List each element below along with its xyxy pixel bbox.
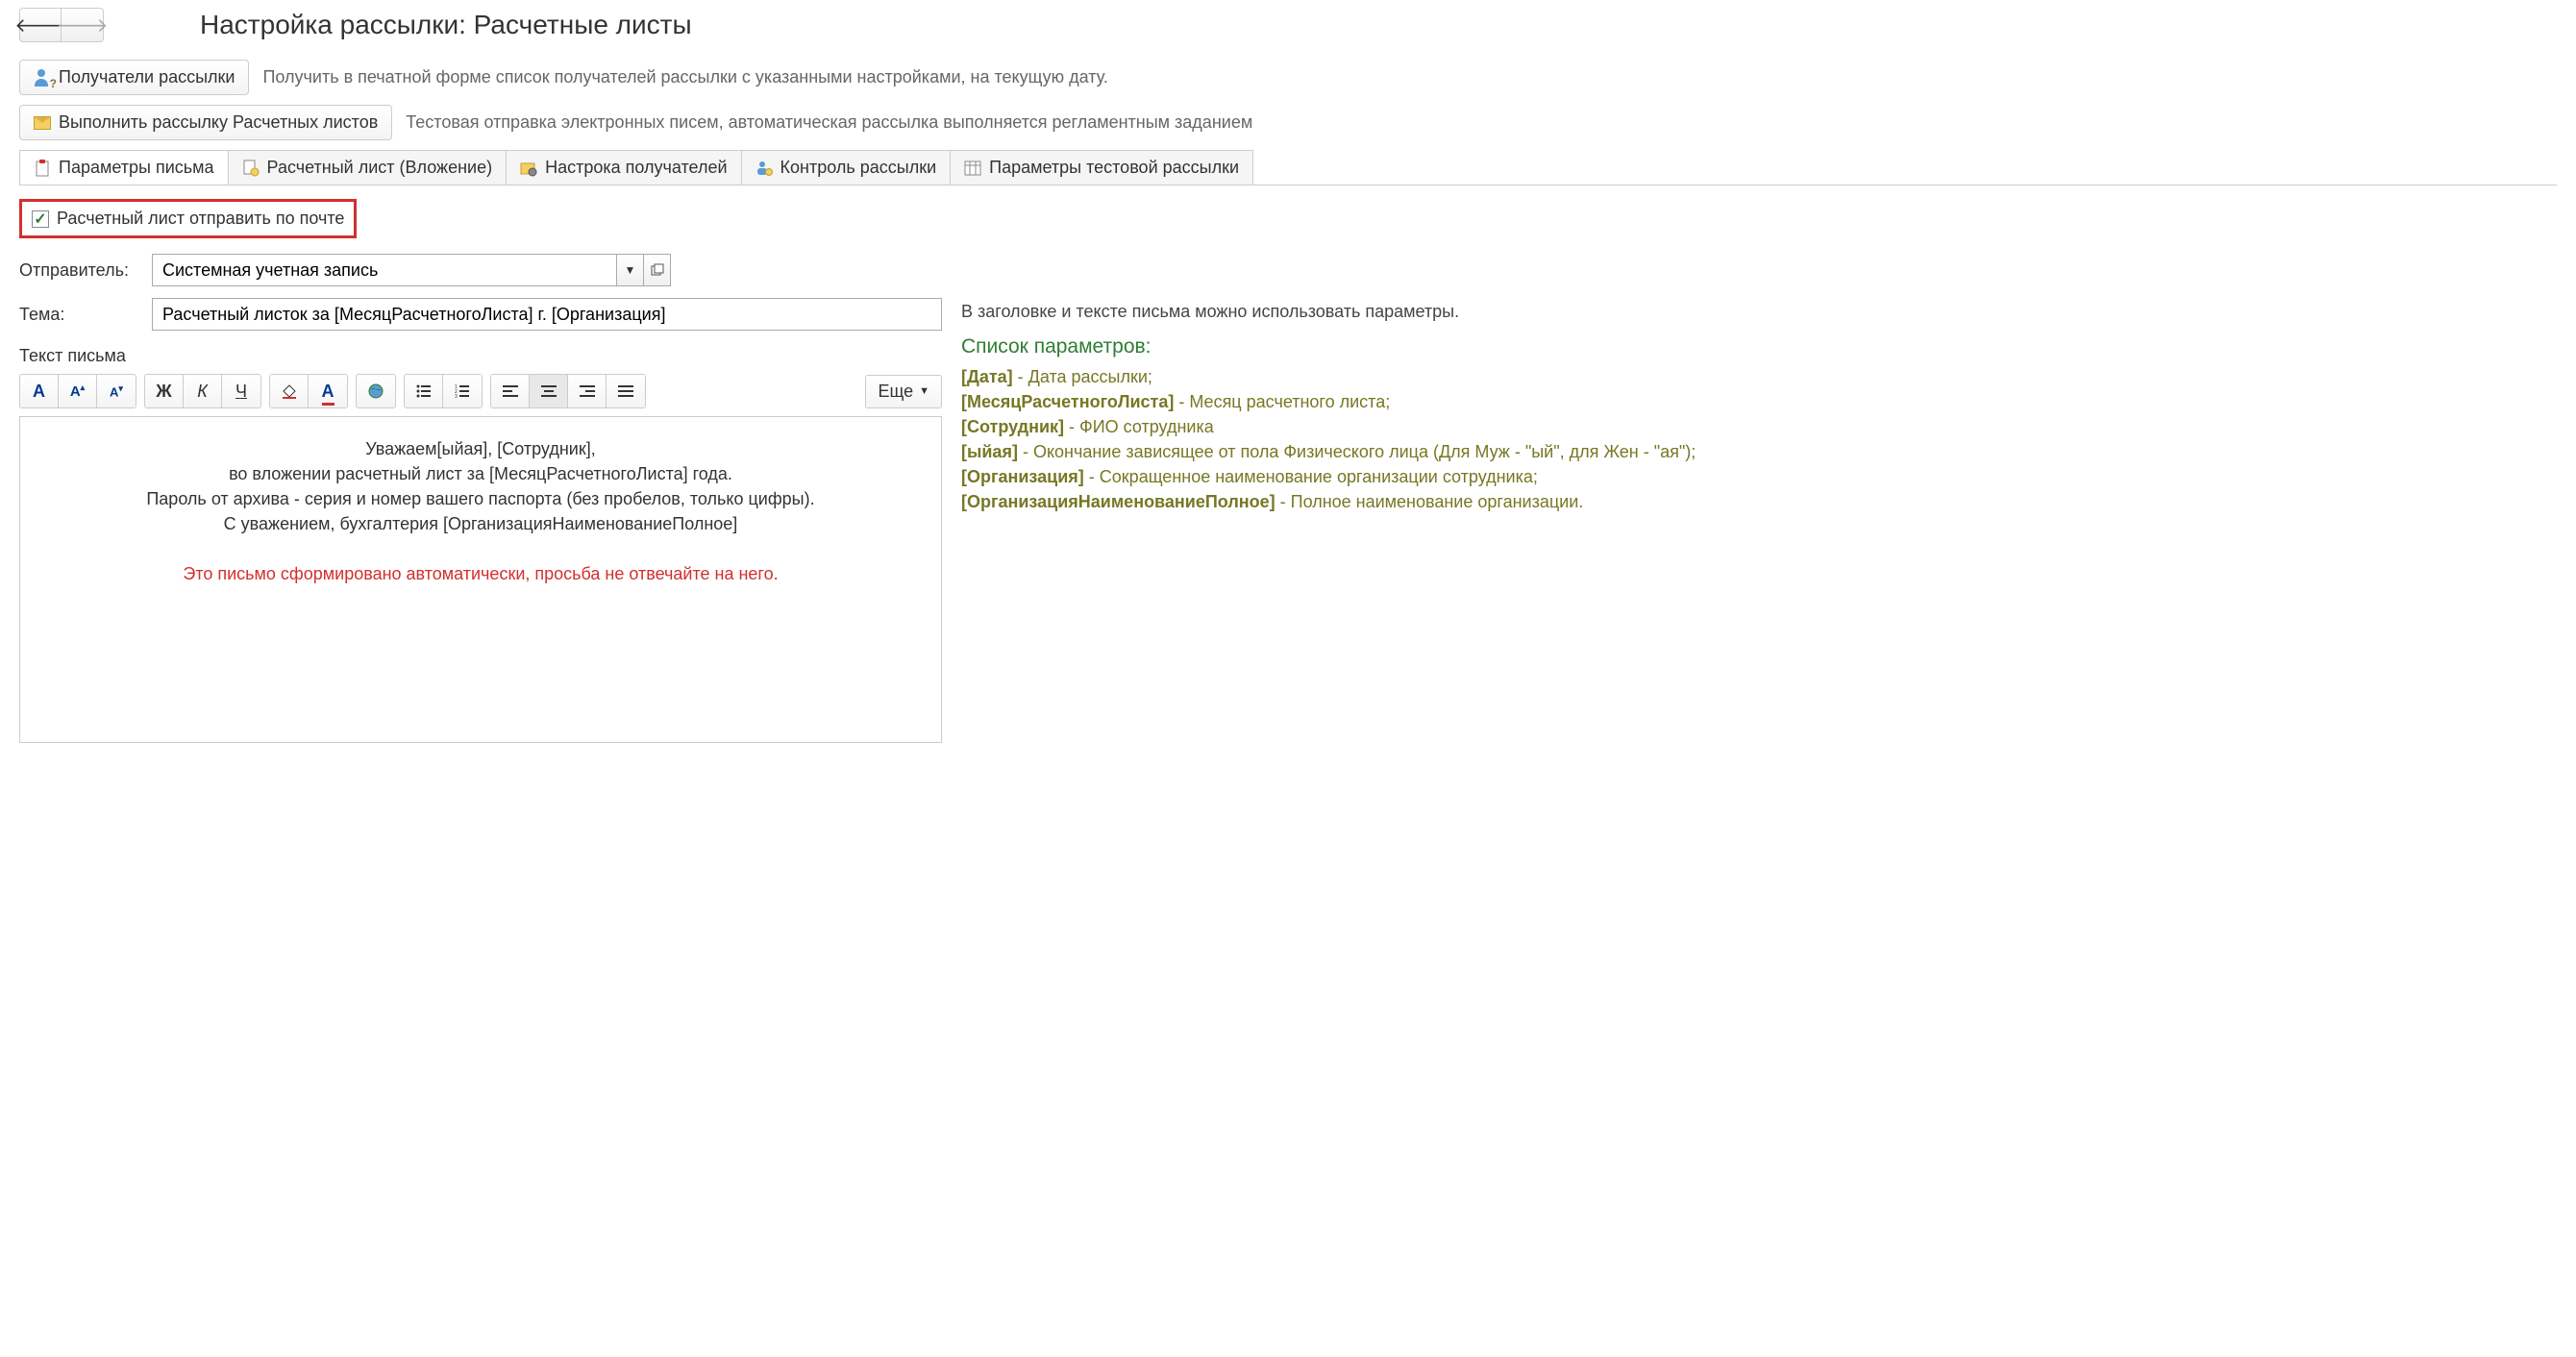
nav-forward-button[interactable]: 🡒: [62, 8, 104, 42]
more-label: Еще: [878, 382, 913, 402]
align-left-icon: [503, 385, 518, 397]
two-col: Тема: Текст письма А А▴ А▾ Ж К Ч: [19, 298, 2557, 743]
font-larger-button[interactable]: А▴: [59, 375, 97, 407]
align-left-button[interactable]: [491, 375, 530, 407]
align-center-icon: [541, 385, 557, 397]
param-item: [Организация] - Сокращенное наименование…: [961, 464, 2557, 489]
editor-toolbar: А А▴ А▾ Ж К Ч А 123: [19, 374, 942, 408]
param-item: [ОрганизацияНаименованиеПолное] - Полное…: [961, 489, 2557, 514]
tab-content: ✓ Расчетный лист отправить по почте Отпр…: [19, 185, 2557, 756]
checkbox-icon: ✓: [32, 210, 49, 228]
page-title: Настройка рассылки: Расчетные листы: [200, 10, 692, 40]
body-label: Текст письма: [19, 346, 942, 366]
tabs: Параметры письма Расчетный лист (Вложени…: [19, 150, 2557, 185]
send-button[interactable]: Выполнить рассылку Расчетных листов: [19, 105, 392, 140]
underline-button[interactable]: Ч: [222, 375, 260, 407]
folder-gear-icon: [520, 160, 537, 177]
open-btn[interactable]: [643, 255, 670, 285]
tab-attachment[interactable]: Расчетный лист (Вложение): [228, 150, 508, 185]
recipients-button-label: Получатели рассылки: [59, 67, 235, 87]
clipboard-icon: [34, 160, 51, 177]
dropdown-btn[interactable]: ▼: [616, 255, 643, 285]
send-by-mail-checkbox-row[interactable]: ✓ Расчетный лист отправить по почте: [19, 199, 357, 238]
subject-label: Тема:: [19, 305, 142, 325]
bucket-icon: [281, 382, 298, 400]
tab-test-params[interactable]: Параметры тестовой рассылки: [950, 150, 1253, 185]
bullet-list-button[interactable]: [405, 375, 443, 407]
tab-label: Расчетный лист (Вложение): [267, 158, 493, 178]
nav-buttons: 🡐 🡒: [19, 8, 104, 42]
person-gear-icon: [755, 160, 773, 177]
document-gear-icon: [242, 160, 260, 177]
tab-letter-params[interactable]: Параметры письма: [19, 150, 229, 185]
tab-label: Параметры письма: [59, 158, 214, 178]
editor-line: Уважаем[ыйая], [Сотрудник],: [39, 436, 922, 461]
align-right-button[interactable]: [568, 375, 607, 407]
bold-button[interactable]: Ж: [145, 375, 184, 407]
send-desc: Тестовая отправка электронных писем, авт…: [406, 111, 1252, 134]
editor-line: С уважением, бухгалтерия [ОрганизацияНаи…: [39, 511, 922, 536]
calendar-icon: [964, 160, 981, 177]
bullet-list-icon: [416, 384, 432, 398]
globe-icon: [367, 382, 384, 400]
italic-button[interactable]: К: [184, 375, 222, 407]
svg-text:3: 3: [455, 394, 458, 398]
sender-input[interactable]: [153, 255, 616, 285]
font-normal-button[interactable]: А: [20, 375, 59, 407]
recipients-button[interactable]: ? Получатели рассылки: [19, 60, 249, 95]
link-button[interactable]: [357, 375, 395, 407]
params-title: Список параметров:: [961, 335, 2557, 358]
tab-label: Настрока получателей: [545, 158, 727, 178]
nav-back-button[interactable]: 🡐: [19, 8, 62, 42]
highlight-button[interactable]: [270, 375, 309, 407]
editor-line: во вложении расчетный лист за [МесяцРасч…: [39, 461, 922, 486]
font-color-button[interactable]: А: [309, 375, 347, 407]
open-icon: [651, 263, 664, 277]
chevron-down-icon: ▼: [919, 385, 929, 397]
subject-input[interactable]: [153, 299, 941, 330]
font-smaller-button[interactable]: А▾: [97, 375, 136, 407]
tab-label: Контроль рассылки: [780, 158, 937, 178]
action-row-send: Выполнить рассылку Расчетных листов Тест…: [19, 105, 2557, 140]
align-justify-icon: [618, 385, 633, 397]
subject-field[interactable]: [152, 298, 942, 331]
tab-recipients-settings[interactable]: Настрока получателей: [506, 150, 741, 185]
align-justify-button[interactable]: [607, 375, 645, 407]
align-right-icon: [580, 385, 595, 397]
send-button-label: Выполнить рассылку Расчетных листов: [59, 112, 378, 133]
number-list-button[interactable]: 123: [443, 375, 482, 407]
params-list: [Дата] - Дата рассылки; [МесяцРасчетного…: [961, 364, 2557, 515]
subject-row: Тема:: [19, 298, 942, 331]
editor-line: Пароль от архива - серия и номер вашего …: [39, 486, 922, 511]
param-item: [Дата] - Дата рассылки;: [961, 364, 2557, 389]
sender-label: Отправитель:: [19, 260, 142, 281]
editor-area[interactable]: Уважаем[ыйая], [Сотрудник], во вложении …: [19, 416, 942, 743]
action-row-recipients: ? Получатели рассылки Получить в печатно…: [19, 60, 2557, 95]
more-button[interactable]: Еще ▼: [865, 375, 942, 408]
align-center-button[interactable]: [530, 375, 568, 407]
hint-text: В заголовке и тексте письма можно исполь…: [961, 302, 2557, 322]
param-item: [Сотрудник] - ФИО сотрудника: [961, 414, 2557, 439]
tab-control[interactable]: Контроль рассылки: [741, 150, 952, 185]
param-item: [ыйая] - Окончание зависящее от пола Физ…: [961, 439, 2557, 464]
editor-line-warning: Это письмо сформировано автоматически, п…: [39, 561, 922, 586]
mail-icon: [34, 116, 51, 130]
sender-row: Отправитель: ▼: [19, 254, 2557, 286]
number-list-icon: 123: [455, 384, 470, 398]
param-item: [МесяцРасчетногоЛиста] - Месяц расчетног…: [961, 389, 2557, 414]
person-icon: ?: [34, 69, 51, 86]
checkbox-label: Расчетный лист отправить по почте: [57, 209, 344, 229]
sender-select[interactable]: ▼: [152, 254, 671, 286]
tab-label: Параметры тестовой рассылки: [989, 158, 1239, 178]
right-col: В заголовке и тексте письма можно исполь…: [961, 298, 2557, 743]
header-row: 🡐 🡒 Настройка рассылки: Расчетные листы: [19, 8, 2557, 42]
recipients-desc: Получить в печатной форме список получат…: [262, 66, 1107, 88]
left-col: Тема: Текст письма А А▴ А▾ Ж К Ч: [19, 298, 942, 743]
